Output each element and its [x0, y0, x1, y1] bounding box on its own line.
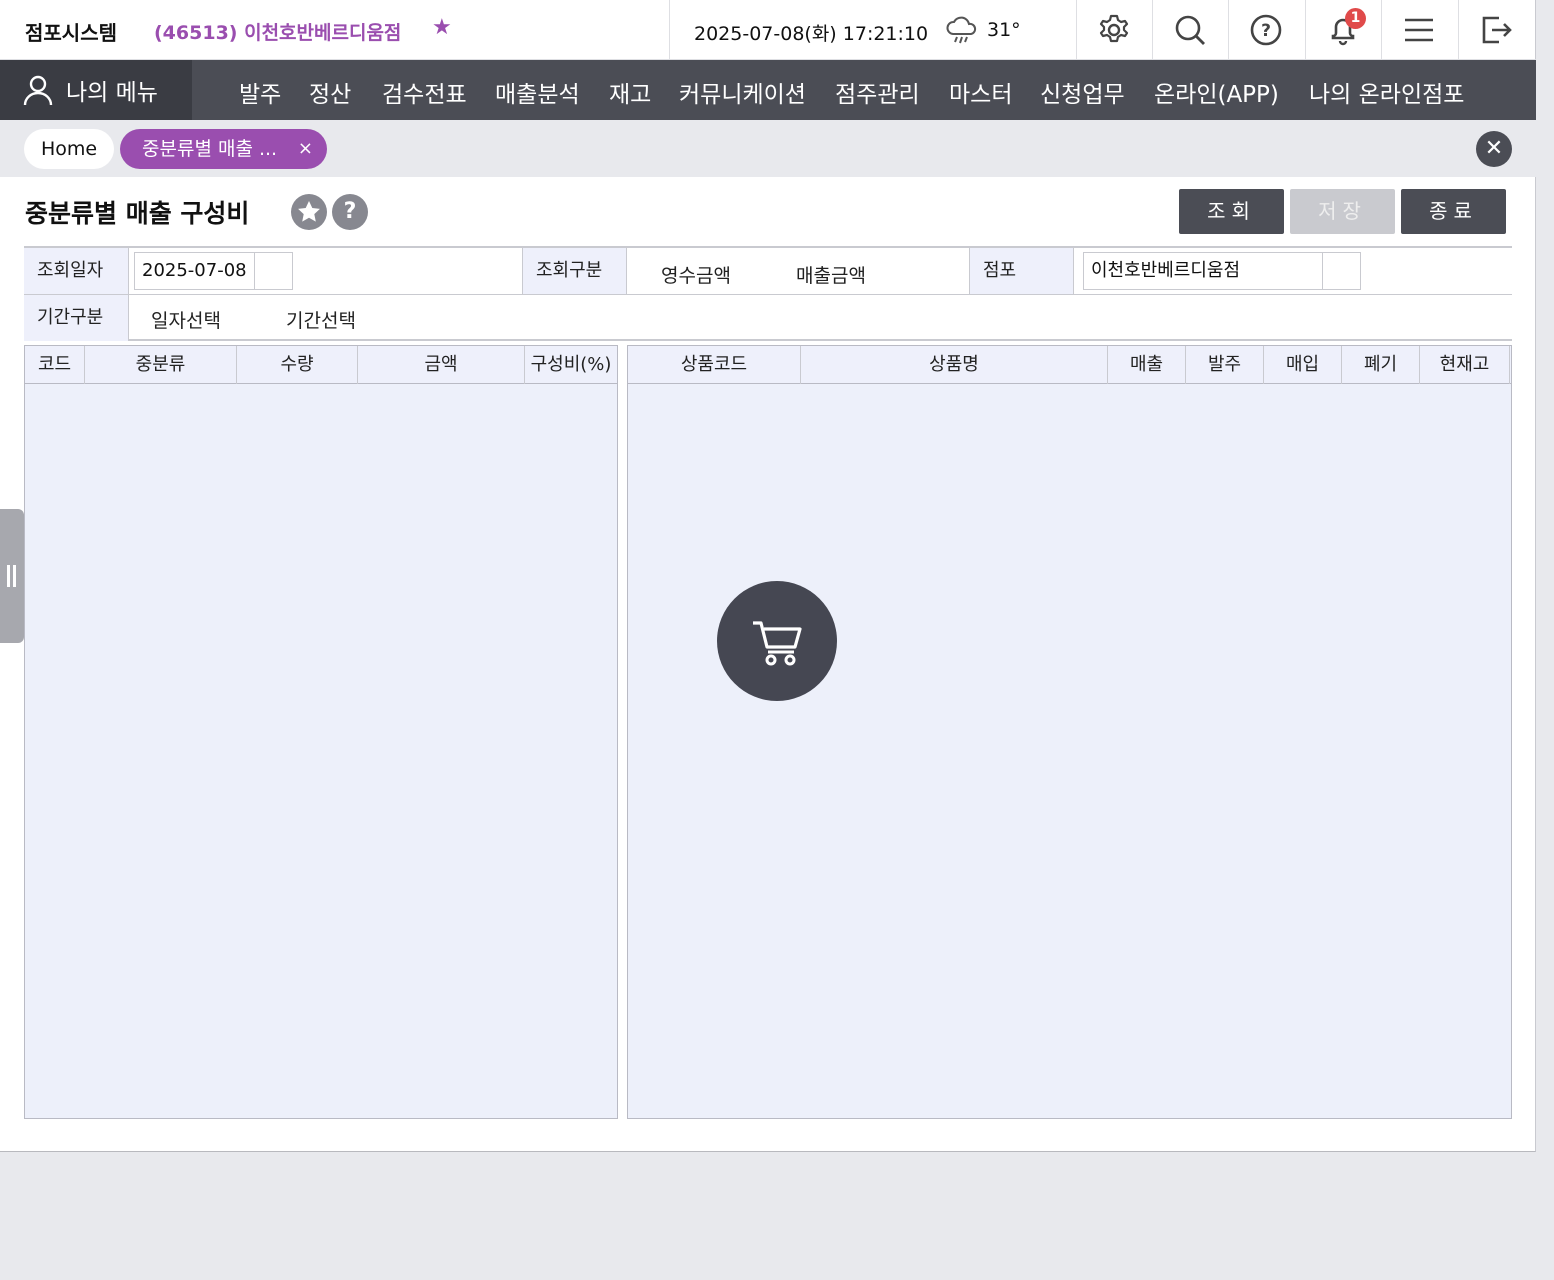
col-purchase[interactable]: 매입: [1264, 346, 1342, 384]
store-picker-icon[interactable]: [1322, 253, 1360, 289]
store-value: 이천호반베르디움점: [1091, 260, 1241, 281]
current-datetime: 2025-07-08(화) 17:21:10: [694, 23, 929, 45]
calendar-picker-icon[interactable]: [254, 253, 292, 289]
col-product-code[interactable]: 상품코드: [628, 346, 801, 384]
divider: [24, 294, 1512, 295]
tab-close-icon[interactable]: ×: [298, 129, 313, 169]
date-input[interactable]: 2025-07-08: [134, 252, 293, 290]
query-type-label: 조회구분: [522, 248, 627, 294]
settings-gear-icon[interactable]: [1076, 0, 1152, 60]
hamburger-menu-icon[interactable]: [1381, 0, 1457, 60]
col-category[interactable]: 중분류: [85, 346, 237, 384]
search-form: 조회일자 2025-07-08 조회구분 영수금액 매출금액 점포 이천호반베르…: [24, 246, 1512, 341]
col-sales[interactable]: 매출: [1108, 346, 1186, 384]
help-icon[interactable]: ?: [332, 194, 368, 230]
option-sales-amount[interactable]: 매출금액: [796, 261, 866, 288]
tab-active[interactable]: 중분류별 매출 ... ×: [120, 129, 327, 169]
col-product-name[interactable]: 상품명: [801, 346, 1108, 384]
nav-item-inventory[interactable]: 재고: [609, 75, 651, 109]
close-button[interactable]: 종료: [1401, 189, 1506, 234]
nav-item-online-app[interactable]: 온라인(APP): [1154, 75, 1279, 109]
side-panel-handle[interactable]: [0, 509, 24, 643]
search-icon[interactable]: [1152, 0, 1228, 60]
period-label: 기간구분: [24, 295, 129, 341]
page-title: 중분류별 매출 구성비: [25, 199, 250, 228]
svg-text:?: ?: [1261, 21, 1271, 41]
option-date-select[interactable]: 일자선택: [151, 306, 221, 333]
main-nav: 나의 메뉴 발주 정산 검수전표 매출분석 재고 커뮤니케이션 점주관리 마스터…: [0, 60, 1536, 120]
nav-item-my-online-store[interactable]: 나의 온라인점포: [1309, 75, 1464, 109]
rain-cloud-icon: [946, 16, 977, 44]
nav-item-inspection[interactable]: 검수전표: [382, 75, 467, 109]
category-grid[interactable]: 코드 중분류 수량 금액 구성비(%): [24, 345, 618, 1119]
divider: [669, 0, 670, 60]
date-label: 조회일자: [24, 248, 129, 294]
logout-icon[interactable]: [1458, 0, 1534, 60]
nav-item-communication[interactable]: 커뮤니케이션: [679, 75, 806, 109]
help-circle-icon[interactable]: ?: [1228, 0, 1304, 60]
tab-strip: Home 중분류별 매출 ... × ✕: [0, 120, 1536, 177]
col-disposal[interactable]: 폐기: [1342, 346, 1420, 384]
my-menu-label: 나의 메뉴: [66, 80, 158, 106]
temperature: 31°: [987, 19, 1021, 41]
col-amount[interactable]: 금액: [358, 346, 525, 384]
notification-bell-icon[interactable]: 1: [1305, 0, 1381, 60]
col-order[interactable]: 발주: [1186, 346, 1264, 384]
col-stock[interactable]: 현재고: [1420, 346, 1510, 384]
nav-item-sales-analysis[interactable]: 매출분석: [495, 75, 580, 109]
top-bar: 점포시스템 (46513) 이천호반베르디움점 ★ 2025-07-08(화) …: [0, 0, 1536, 60]
category-grid-header: 코드 중분류 수량 금액 구성비(%): [25, 346, 617, 384]
nav-item-master[interactable]: 마스터: [949, 75, 1012, 109]
app-window: 점포시스템 (46513) 이천호반베르디움점 ★ 2025-07-08(화) …: [0, 0, 1536, 1152]
store-input[interactable]: 이천호반베르디움점: [1083, 252, 1361, 290]
product-grid-header: 상품코드 상품명 매출 발주 매입 폐기 현재고: [628, 346, 1511, 384]
option-period-select[interactable]: 기간선택: [286, 306, 356, 333]
store-name[interactable]: (46513) 이천호반베르디움점: [154, 18, 401, 45]
my-menu-button[interactable]: 나의 메뉴: [0, 60, 192, 120]
col-ratio[interactable]: 구성비(%): [525, 346, 617, 384]
col-code[interactable]: 코드: [25, 346, 85, 384]
tab-active-label: 중분류별 매출 ...: [142, 138, 278, 160]
nav-item-owner-management[interactable]: 점주관리: [835, 75, 920, 109]
nav-item-order[interactable]: 발주: [239, 75, 281, 109]
col-quantity[interactable]: 수량: [237, 346, 358, 384]
system-title: 점포시스템: [25, 21, 117, 45]
nav-item-applications[interactable]: 신청업무: [1040, 75, 1125, 109]
option-receipt-amount[interactable]: 영수금액: [661, 261, 731, 288]
search-button[interactable]: 조회: [1179, 189, 1284, 234]
notification-badge: 1: [1345, 8, 1366, 29]
save-button[interactable]: 저장: [1290, 189, 1395, 234]
user-icon: [23, 75, 53, 106]
store-label: 점포: [969, 248, 1074, 294]
shopping-cart-icon[interactable]: [717, 581, 837, 701]
favorite-star-icon[interactable]: [291, 194, 327, 230]
favorite-star-icon[interactable]: ★: [432, 17, 452, 39]
tab-home[interactable]: Home: [24, 129, 114, 169]
nav-item-settlement[interactable]: 정산: [309, 75, 351, 109]
close-all-tabs-icon[interactable]: ✕: [1476, 131, 1512, 167]
product-grid[interactable]: 상품코드 상품명 매출 발주 매입 폐기 현재고: [627, 345, 1512, 1119]
date-value: 2025-07-08: [142, 260, 247, 281]
